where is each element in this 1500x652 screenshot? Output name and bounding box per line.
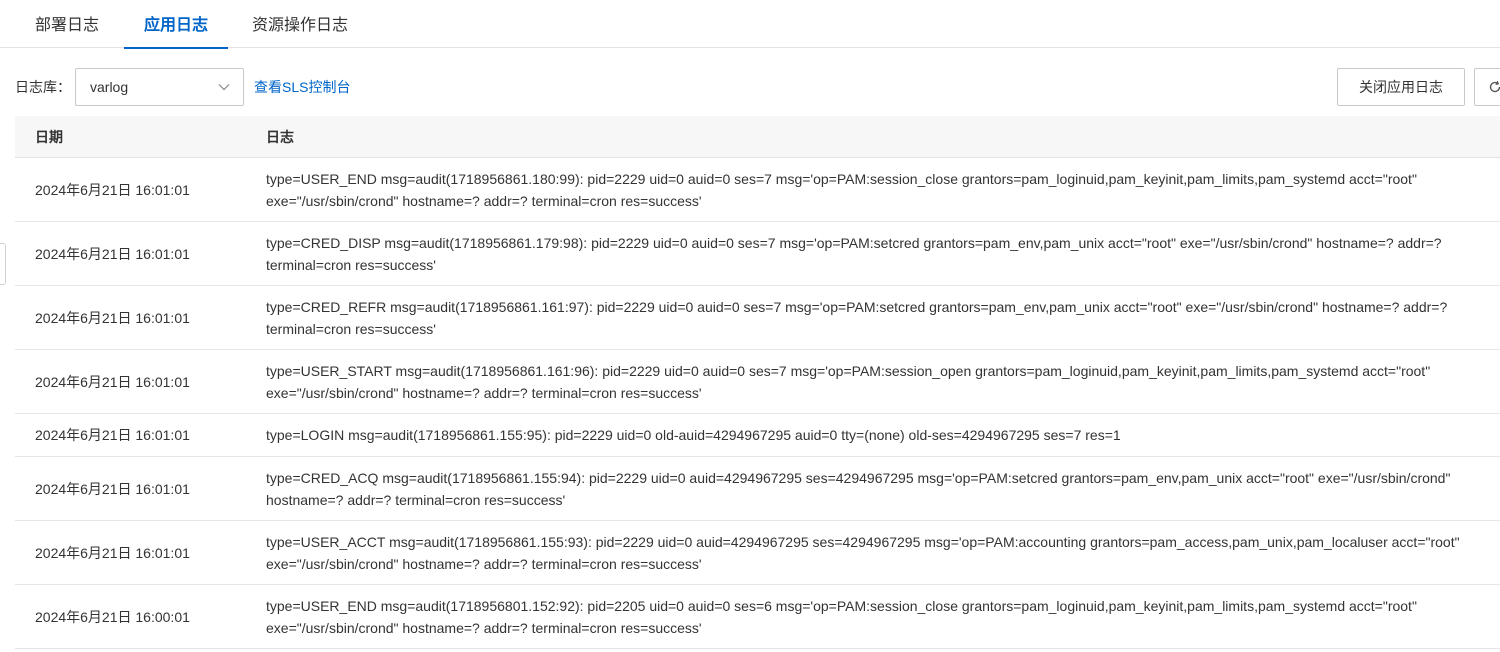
column-header-log: 日志	[266, 129, 294, 145]
logstore-select-value: varlog	[90, 79, 129, 95]
table-row: 2024年6月21日 16:01:01 type=CRED_DISP msg=a…	[15, 222, 1500, 286]
close-app-log-button[interactable]: 关闭应用日志	[1337, 68, 1465, 106]
row-log: type=USER_START msg=audit(1718956861.161…	[266, 362, 1431, 401]
view-sls-console-link[interactable]: 查看SLS控制台	[254, 68, 350, 106]
row-date: 2024年6月21日 16:01:01	[35, 480, 190, 497]
row-date: 2024年6月21日 16:01:01	[35, 245, 190, 262]
toolbar: 日志库： varlog 查看SLS控制台 关闭应用日志	[0, 68, 1500, 106]
tab-deploy-log[interactable]: 部署日志	[35, 0, 99, 48]
row-log: type=CRED_ACQ msg=audit(1718956861.155:9…	[266, 469, 1451, 508]
row-log: type=CRED_REFR msg=audit(1718956861.161:…	[266, 298, 1448, 337]
refresh-icon	[1489, 80, 1500, 93]
log-tabs: 部署日志 应用日志 资源操作日志	[0, 0, 1500, 49]
table-row: 2024年6月21日 16:01:01 type=USER_ACCT msg=a…	[15, 521, 1500, 585]
tab-app-log[interactable]: 应用日志	[123, 0, 229, 49]
tab-resource-op-log[interactable]: 资源操作日志	[252, 0, 348, 48]
row-date: 2024年6月21日 16:01:01	[35, 544, 190, 561]
logstore-select[interactable]: varlog	[75, 68, 244, 106]
table-row: 2024年6月21日 16:00:01 type=USER_END msg=au…	[15, 585, 1500, 649]
side-drawer-handle[interactable]	[0, 243, 6, 285]
row-date: 2024年6月21日 16:01:01	[35, 373, 190, 390]
row-date: 2024年6月21日 16:01:01	[35, 309, 190, 326]
table-row: 2024年6月21日 16:01:01 type=CRED_REFR msg=a…	[15, 286, 1500, 350]
table-row: 2024年6月21日 16:01:01 type=LOGIN msg=audit…	[15, 414, 1500, 457]
table-row: 2024年6月21日 16:01:01 type=USER_START msg=…	[15, 350, 1500, 414]
row-log: type=LOGIN msg=audit(1718956861.155:95):…	[266, 427, 1121, 443]
refresh-button[interactable]	[1474, 68, 1500, 106]
table-row: 2024年6月21日 16:01:01 type=CRED_ACQ msg=au…	[15, 457, 1500, 521]
chevron-down-icon	[218, 84, 230, 91]
row-date: 2024年6月21日 16:01:01	[35, 181, 190, 198]
row-date: 2024年6月21日 16:00:01	[35, 608, 190, 625]
column-header-date: 日期	[35, 129, 63, 145]
row-log: type=USER_END msg=audit(1718956801.152:9…	[266, 597, 1417, 636]
logstore-label: 日志库：	[15, 79, 71, 95]
table-row: 2024年6月21日 16:01:01 type=USER_END msg=au…	[15, 158, 1500, 222]
row-log: type=USER_END msg=audit(1718956861.180:9…	[266, 170, 1417, 209]
row-date: 2024年6月21日 16:01:01	[35, 427, 190, 443]
table-header: 日期 日志	[15, 116, 1500, 158]
row-log: type=CRED_DISP msg=audit(1718956861.179:…	[266, 234, 1442, 273]
row-log: type=USER_ACCT msg=audit(1718956861.155:…	[266, 533, 1460, 572]
log-table: 日期 日志 2024年6月21日 16:01:01 type=USER_END …	[15, 116, 1500, 649]
